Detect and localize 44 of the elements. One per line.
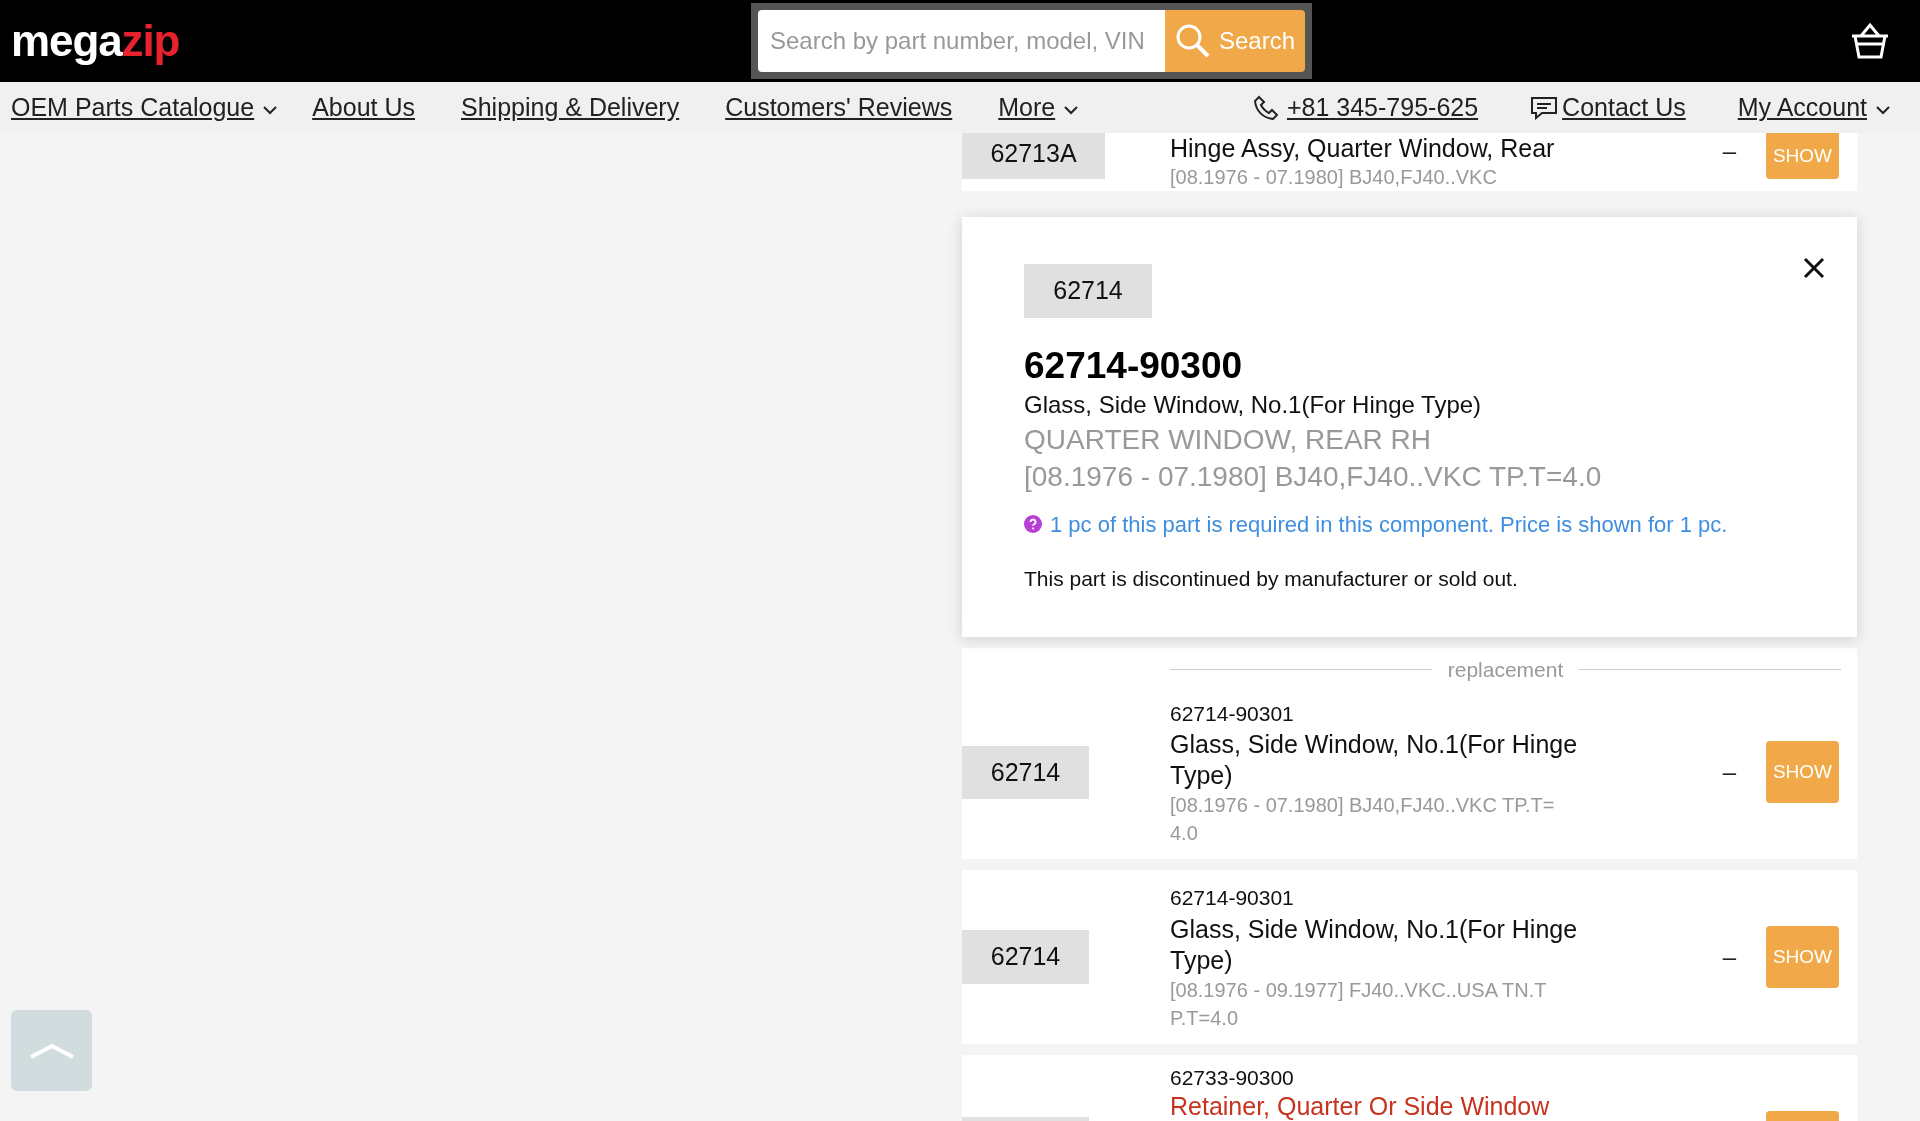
part-code: 62714 bbox=[962, 930, 1089, 984]
price-text: – bbox=[1722, 941, 1736, 972]
help-icon bbox=[1024, 515, 1042, 533]
replacement-label: replacement bbox=[1447, 657, 1564, 683]
part-title: Glass, Side Window, No.1(For Hinge Type) bbox=[1170, 729, 1579, 791]
basket-icon[interactable] bbox=[1849, 22, 1891, 60]
chat-icon bbox=[1530, 95, 1559, 120]
part-code: 62713A bbox=[962, 133, 1105, 179]
part-title: Retainer, Quarter Or Side Window bbox=[1170, 1090, 1551, 1121]
part-code: 62714 bbox=[1024, 264, 1152, 318]
part-number: 62733-90300 bbox=[1170, 1064, 1295, 1091]
part-code: 62714 bbox=[962, 745, 1089, 799]
price-text: – bbox=[1722, 136, 1736, 166]
part-title: Glass, Side Window, No.1(For Hinge Type) bbox=[1170, 913, 1579, 976]
nav-link[interactable]: More bbox=[998, 88, 1080, 127]
part-number: 62714-90300 bbox=[1024, 343, 1244, 388]
fitment-text: [08.1976 - 09.1977] FJ40..VKC..USA TN.TP.T=4.0 bbox=[1170, 977, 1548, 1031]
part-number: 62714-90301 bbox=[1170, 700, 1295, 727]
part-title: Glass, Side Window, No.1(For Hinge Type) bbox=[1024, 389, 1483, 420]
fitment-text: [08.1976 - 07.1980] BJ40,FJ40..VKC TP.T=4.0 bbox=[1024, 459, 1603, 494]
fitment-text: [08.1976 - 07.1980] BJ40,FJ40..VKC bbox=[1170, 165, 1498, 190]
close-icon[interactable] bbox=[1803, 257, 1825, 279]
nav-link[interactable]: Customers' Reviews bbox=[725, 88, 953, 127]
chevron-up-icon bbox=[27, 1041, 76, 1060]
caret-icon bbox=[262, 104, 279, 115]
nav-link[interactable]: Shipping & Delivery bbox=[461, 88, 680, 127]
quantity-note: 1 pc of this part is required in this component. Price is shown for 1 pc. bbox=[1050, 510, 1728, 539]
account-link[interactable]: My Account bbox=[1737, 88, 1891, 127]
caret-icon bbox=[1875, 104, 1891, 115]
phone-link[interactable]: +81 345-795-625 bbox=[1286, 88, 1479, 127]
nav-link[interactable]: OEM Parts Catalogue bbox=[11, 88, 279, 127]
caret-icon bbox=[1063, 104, 1080, 115]
search-field[interactable]: Search by part number, model, VIN bbox=[758, 10, 1165, 72]
part-title: Hinge Assy, Quarter Window, Rear bbox=[1170, 133, 1556, 163]
logo[interactable]: megazip bbox=[11, 8, 751, 74]
price-text: – bbox=[1722, 757, 1736, 788]
contact-link[interactable]: Contact Us bbox=[1562, 88, 1686, 127]
part-number: 62714-90301 bbox=[1170, 885, 1295, 911]
status-text: This part is discontinued by manufacturer or sold out. bbox=[1024, 565, 1519, 592]
fitment-text: [08.1976 - 07.1980] BJ40,FJ40..VKC TP.T=4.0 bbox=[1170, 793, 1556, 846]
part-subtitle: QUARTER WINDOW, REAR RH bbox=[1024, 422, 1433, 457]
nav-link[interactable]: About Us bbox=[312, 88, 415, 127]
search-icon bbox=[1174, 23, 1211, 59]
phone-icon bbox=[1252, 94, 1279, 121]
